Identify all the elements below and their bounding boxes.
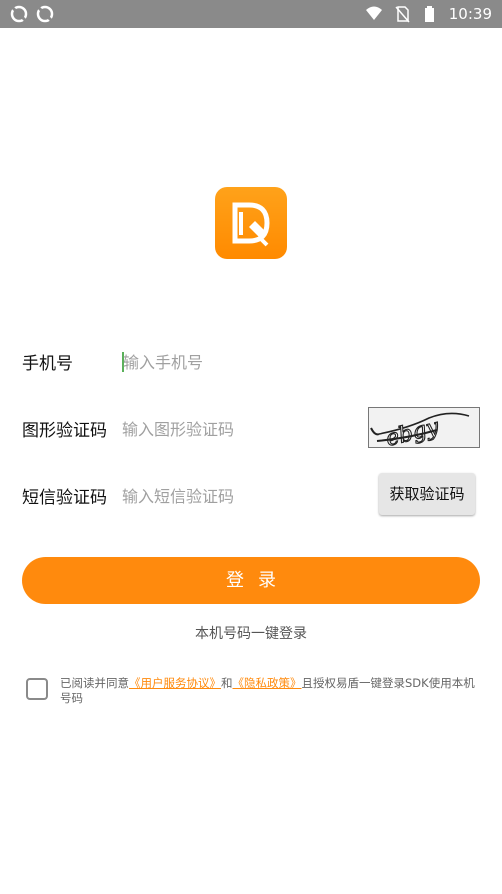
status-time: 10:39 xyxy=(448,5,492,23)
sms-input[interactable]: 输入短信验证码 xyxy=(122,483,234,507)
captcha-glyphs: ebgy xyxy=(370,412,470,447)
get-code-button[interactable]: 获取验证码 xyxy=(379,473,475,515)
phone-placeholder: 输入手机号 xyxy=(123,353,204,372)
agreement-prefix: 已阅读并同意 xyxy=(60,676,129,690)
app-logo-glyph xyxy=(232,202,270,247)
battery-icon xyxy=(424,6,434,22)
sync-icon xyxy=(36,5,54,23)
app-logo-icon xyxy=(215,187,287,259)
privacy-policy-link[interactable]: 《隐私政策》 xyxy=(233,676,302,690)
captcha-row: 图形验证码 输入图形验证码 ebgy xyxy=(22,407,480,448)
sms-row: 短信验证码 输入短信验证码 获取验证码 xyxy=(22,473,480,515)
status-bar: 10:39 xyxy=(0,0,502,28)
status-right-icons: 10:39 xyxy=(365,4,492,24)
sms-label: 短信验证码 xyxy=(22,488,107,508)
phone-label: 手机号 xyxy=(22,354,73,374)
phone-input[interactable]: 输入手机号 xyxy=(122,349,203,373)
login-button[interactable]: 登录 xyxy=(22,557,480,604)
user-agreement-link[interactable]: 《用户服务协议》 xyxy=(129,676,221,690)
wifi-icon xyxy=(365,6,382,20)
captcha-input[interactable]: 输入图形验证码 xyxy=(122,416,234,440)
no-sim-icon xyxy=(395,6,410,23)
agreement-and: 和 xyxy=(221,676,233,690)
captcha-label: 图形验证码 xyxy=(22,421,107,441)
agreement-checkbox[interactable] xyxy=(26,678,48,700)
agreement-text: 已阅读并同意《用户服务协议》和《隐私政策》且授权易盾一键登录SDK使用本机号码 xyxy=(60,676,476,706)
sync-icon xyxy=(10,5,28,23)
status-left-icons xyxy=(10,5,54,23)
phone-row: 手机号 输入手机号 xyxy=(22,340,480,380)
captcha-image[interactable]: ebgy xyxy=(368,407,480,448)
one-key-login-link[interactable]: 本机号码一键登录 xyxy=(0,623,502,643)
